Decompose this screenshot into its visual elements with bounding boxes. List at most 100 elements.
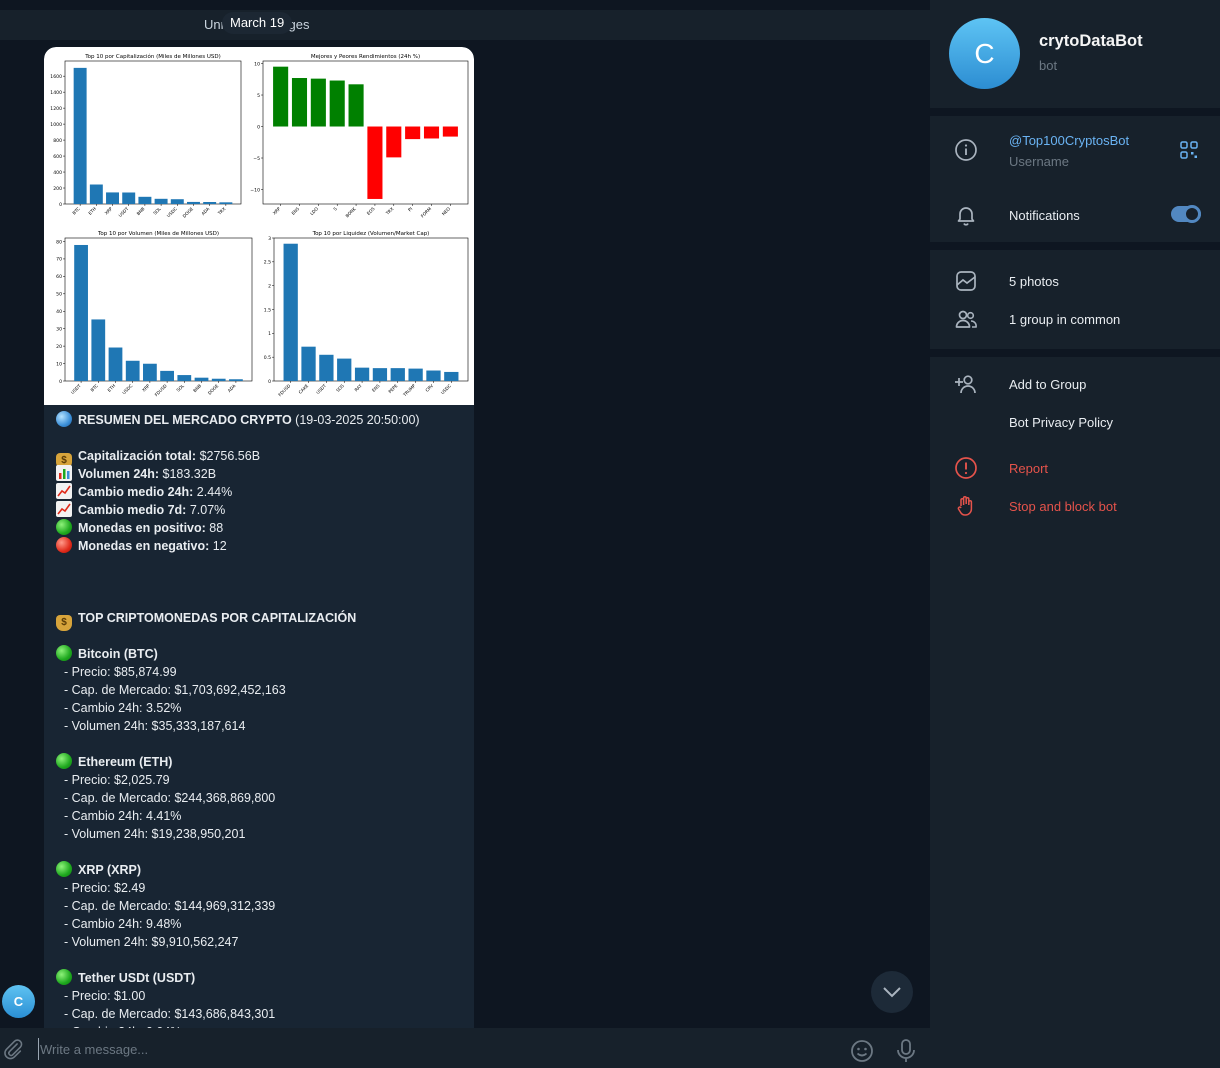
x-tick-label: FORM bbox=[420, 206, 433, 219]
summary-title: RESUMEN DEL MERCADO CRYPTO bbox=[78, 413, 292, 427]
stat-value: 2.44% bbox=[196, 485, 233, 499]
notifications-toggle[interactable] bbox=[1171, 205, 1201, 223]
globe-icon bbox=[56, 411, 72, 427]
bar bbox=[390, 368, 405, 381]
bot-name: crytoDataBot bbox=[1039, 32, 1143, 50]
bar bbox=[386, 126, 402, 158]
toggle-knob bbox=[1183, 205, 1201, 223]
bar bbox=[367, 126, 383, 199]
coin-detail: - Cap. de Mercado: $1,703,692,452,163 bbox=[64, 683, 286, 697]
bar bbox=[138, 196, 152, 204]
coin-detail: - Precio: $2.49 bbox=[64, 881, 146, 895]
summary-heading: RESUMEN DEL MERCADO CRYPTO (19-03-2025 2… bbox=[56, 411, 466, 429]
stat-value: $2756.56B bbox=[199, 449, 261, 463]
bar bbox=[423, 126, 440, 139]
charts-photo[interactable]: Top 10 por Capitalización (Miles de Mill… bbox=[44, 47, 474, 405]
bar bbox=[283, 243, 298, 381]
y-tick-label: 600 bbox=[53, 154, 62, 160]
username-link[interactable]: @Top100CryptosBot bbox=[1009, 133, 1129, 148]
scroll-down-button[interactable] bbox=[871, 971, 913, 1013]
bell-icon bbox=[957, 207, 975, 226]
bar bbox=[229, 379, 243, 381]
x-tick-label: LDO bbox=[309, 206, 320, 217]
report-icon bbox=[955, 457, 977, 479]
emoji-icon[interactable] bbox=[850, 1039, 874, 1063]
y-tick-label: 1600 bbox=[50, 74, 62, 80]
coin-detail: - Cambio 24h: 9.48% bbox=[64, 917, 182, 931]
market-stat: Monedas en positivo: 88 bbox=[56, 519, 466, 537]
bar bbox=[125, 360, 140, 381]
x-tick-label: BTC bbox=[90, 383, 100, 393]
bar bbox=[444, 371, 459, 381]
photos-link[interactable]: 5 photos bbox=[1009, 274, 1059, 289]
charts-figure: Top 10 por Capitalización (Miles de Mill… bbox=[50, 53, 469, 399]
profile-panel: C crytoDataBot bot @Top100CryptosBot Use… bbox=[930, 0, 1220, 1068]
coin-detail: - Volumen 24h: $19,238,950,201 bbox=[64, 827, 246, 841]
x-tick-label: BNB bbox=[136, 206, 147, 217]
y-tick-label: 30 bbox=[56, 326, 62, 332]
x-tick-label: NEO bbox=[441, 206, 452, 217]
x-tick-label: TRX bbox=[216, 206, 227, 217]
y-tick-label: 1200 bbox=[50, 106, 62, 112]
bar bbox=[354, 367, 370, 381]
x-tick-label: XRP bbox=[141, 383, 152, 394]
x-tick-label: BNB bbox=[192, 383, 203, 394]
x-tick-label: ENS bbox=[371, 383, 382, 394]
chevron-down-icon bbox=[883, 987, 901, 998]
bar bbox=[108, 347, 123, 381]
qr-code-icon[interactable] bbox=[1180, 141, 1198, 159]
x-tick-label: ENS bbox=[291, 206, 302, 217]
groups-in-common-link[interactable]: 1 group in common bbox=[1009, 312, 1120, 327]
bar bbox=[372, 368, 388, 381]
chart-title: Top 10 por Capitalización (Miles de Mill… bbox=[84, 53, 221, 60]
x-tick-label: USDC bbox=[440, 383, 453, 396]
stat-label: Volumen 24h: bbox=[78, 467, 160, 481]
bot-message: Top 10 por Capitalización (Miles de Mill… bbox=[44, 47, 474, 1047]
report-button[interactable]: Report bbox=[1009, 461, 1048, 476]
coin-detail: - Cap. de Mercado: $143,686,843,301 bbox=[64, 1007, 276, 1021]
username-label: Username bbox=[1009, 154, 1069, 169]
x-tick-label: RAY bbox=[354, 383, 364, 393]
stat-label: Capitalización total: bbox=[78, 449, 197, 463]
y-tick-label: 1 bbox=[268, 331, 271, 337]
bar bbox=[122, 192, 136, 204]
date-pill: March 19 bbox=[222, 12, 293, 34]
bot-avatar[interactable]: C bbox=[949, 18, 1020, 89]
x-tick-label: CAKE bbox=[298, 383, 311, 396]
message-composer bbox=[0, 1028, 930, 1068]
chart-increasing-icon bbox=[56, 483, 72, 499]
y-tick-label: 1000 bbox=[50, 122, 62, 128]
coin-detail: - Cambio 24h: 4.41% bbox=[64, 809, 182, 823]
coin-detail: - Precio: $85,874.99 bbox=[64, 665, 177, 679]
bar bbox=[301, 346, 316, 381]
y-tick-label: 1.5 bbox=[264, 307, 271, 313]
stop-and-block-button[interactable]: Stop and block bot bbox=[1009, 499, 1117, 514]
y-tick-label: 50 bbox=[56, 292, 62, 298]
green-circle-icon bbox=[56, 519, 72, 535]
y-tick-label: 3 bbox=[268, 236, 271, 242]
y-tick-label: 0 bbox=[59, 379, 62, 385]
x-tick-label: PI bbox=[407, 206, 414, 213]
x-tick-label: USDT bbox=[70, 383, 83, 396]
market-stat: Cambio medio 24h: 2.44% bbox=[56, 483, 466, 501]
bar bbox=[106, 192, 119, 204]
paperclip-icon[interactable] bbox=[2, 1038, 24, 1060]
bar bbox=[89, 184, 103, 204]
message-input[interactable] bbox=[38, 1038, 818, 1060]
bot-privacy-policy-link[interactable]: Bot Privacy Policy bbox=[1009, 415, 1113, 430]
x-tick-label: DOGE bbox=[182, 206, 195, 219]
x-tick-label: EOS bbox=[366, 206, 377, 217]
bot-avatar-small[interactable]: C bbox=[2, 985, 35, 1018]
add-to-group-button[interactable]: Add to Group bbox=[1009, 377, 1086, 392]
bar bbox=[143, 363, 157, 381]
microphone-icon[interactable] bbox=[895, 1038, 917, 1064]
coin-heading: XRP (XRP) bbox=[56, 861, 466, 879]
bar bbox=[170, 199, 184, 204]
x-tick-label: USDT bbox=[315, 383, 328, 396]
bar bbox=[310, 78, 326, 127]
hand-stop-icon bbox=[957, 496, 973, 516]
unread-messages-bar bbox=[0, 10, 930, 40]
bar bbox=[211, 378, 226, 381]
bar bbox=[319, 354, 334, 381]
bar bbox=[73, 67, 87, 204]
